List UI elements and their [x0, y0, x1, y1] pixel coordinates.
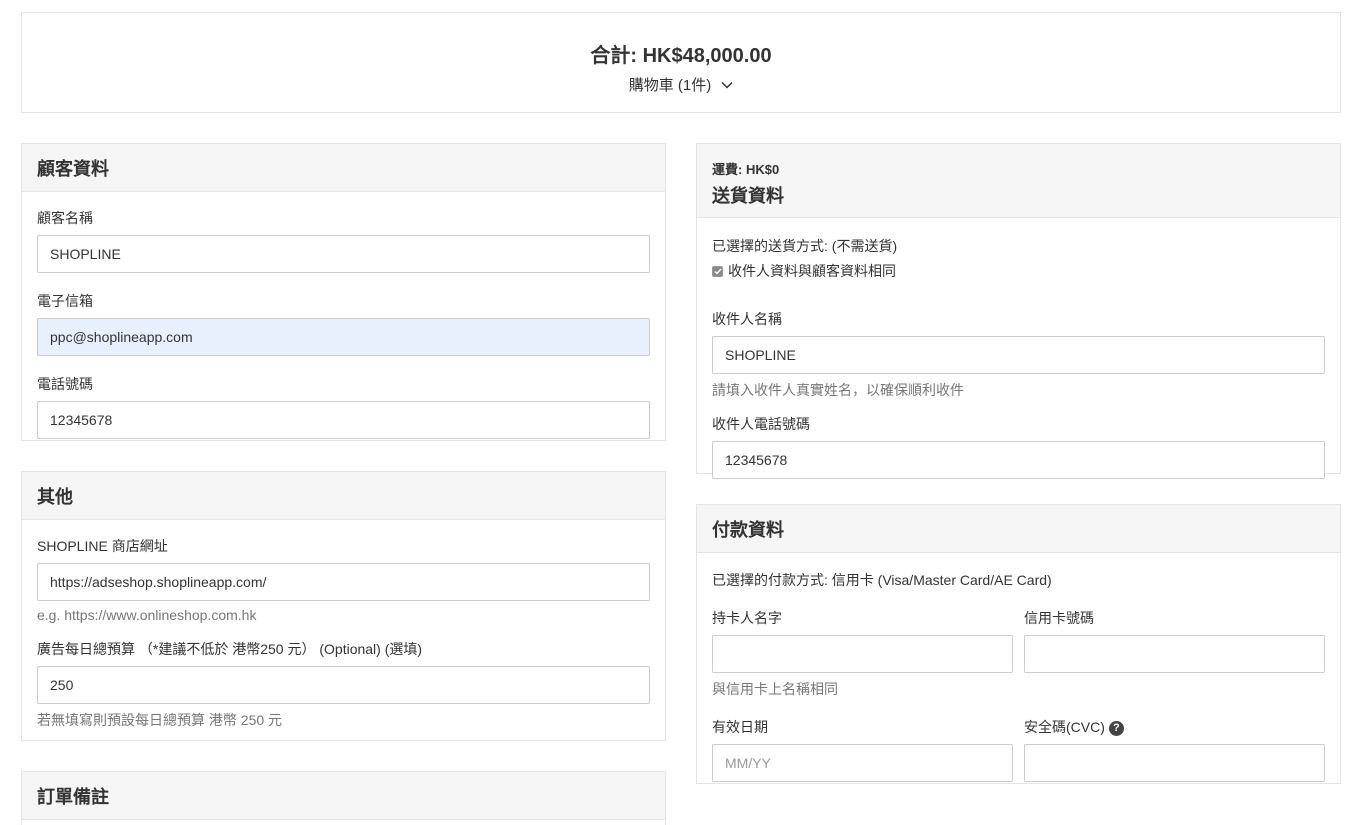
ad-budget-label: 廣告每日總預算 （*建議不低於 港幣250 元） (Optional) (選填)	[37, 641, 423, 657]
ad-budget-input[interactable]	[37, 666, 650, 704]
delivery-panel: 運費: HK$0 送貨資料 已選擇的送貨方式: (不需送貨) 收件人資料與顧客資…	[696, 143, 1341, 479]
same-as-customer-label: 收件人資料與顧客資料相同	[728, 263, 896, 279]
customer-panel-title: 顧客資料	[37, 158, 109, 179]
delivery-method: 已選擇的送貨方式: (不需送貨)	[712, 238, 898, 254]
cart-label: 購物車 (1件)	[628, 77, 712, 94]
other-panel-title: 其他	[37, 486, 73, 507]
recipient-name-label: 收件人名稱	[712, 311, 782, 327]
ad-budget-help: 若無填寫則預設每日總預算 港幣 250 元	[37, 712, 283, 728]
email-label: 電子信箱	[37, 293, 93, 309]
store-url-input[interactable]	[37, 563, 650, 601]
question-circle-icon[interactable]: ?	[1108, 720, 1124, 736]
customer-name-input[interactable]	[37, 235, 650, 273]
cart-toggle[interactable]: 購物車 (1件)	[629, 74, 734, 95]
order-total: 合計: HK$48,000.00	[590, 45, 772, 67]
payment-method: 已選擇的付款方式: 信用卡 (Visa/Master Card/AE Card)	[712, 572, 1052, 588]
delivery-panel-title: 送貨資料	[712, 186, 784, 206]
card-holder-label: 持卡人名字	[712, 610, 782, 626]
payment-panel-title: 付款資料	[712, 519, 784, 540]
store-url-label: SHOPLINE 商店網址	[37, 538, 168, 554]
phone-label: 電話號碼	[37, 376, 93, 392]
expiry-label: 有效日期	[712, 719, 768, 735]
payment-panel-header: 付款資料	[697, 505, 1340, 553]
customer-panel-header: 顧客資料	[22, 144, 665, 192]
card-holder-help: 與信用卡上名稱相同	[712, 681, 838, 697]
chevron-down-icon	[721, 81, 733, 89]
delivery-fee: 運費: HK$0	[712, 162, 780, 177]
email-input[interactable]	[37, 318, 650, 356]
recipient-phone-label: 收件人電話號碼	[712, 416, 810, 432]
card-holder-input[interactable]	[712, 635, 1013, 673]
recipient-phone-input[interactable]	[712, 441, 1325, 479]
order-notes-panel: 訂單備註	[21, 771, 666, 825]
cvc-input[interactable]	[1024, 744, 1325, 782]
order-summary: 合計: HK$48,000.00 購物車 (1件)	[21, 12, 1341, 113]
other-panel: 其他 SHOPLINE 商店網址 e.g. https://www.online…	[21, 471, 666, 741]
payment-panel: 付款資料 已選擇的付款方式: 信用卡 (Visa/Master Card/AE …	[696, 504, 1341, 784]
order-notes-title: 訂單備註	[37, 786, 109, 807]
customer-name-label: 顧客名稱	[37, 210, 93, 226]
check-icon	[712, 265, 723, 277]
expiry-input[interactable]	[712, 744, 1013, 782]
phone-input[interactable]	[37, 401, 650, 439]
recipient-name-input[interactable]	[712, 336, 1325, 374]
card-number-label: 信用卡號碼	[1024, 610, 1094, 626]
recipient-name-help: 請填入收件人真實姓名，以確保順利收件	[712, 382, 964, 398]
store-url-help: e.g. https://www.onlineshop.com.hk	[37, 607, 257, 623]
customer-panel: 顧客資料 顧客名稱 電子信箱 電話號碼	[21, 143, 666, 441]
same-as-customer-checkbox[interactable]: 收件人資料與顧客資料相同	[712, 261, 896, 281]
delivery-panel-header: 運費: HK$0 送貨資料	[697, 144, 1340, 218]
card-number-input[interactable]	[1024, 635, 1325, 673]
cvc-label: 安全碼(CVC)?	[1024, 717, 1325, 737]
other-panel-header: 其他	[22, 472, 665, 520]
cvc-label-text: 安全碼(CVC)	[1024, 719, 1105, 735]
order-notes-header: 訂單備註	[22, 772, 665, 820]
